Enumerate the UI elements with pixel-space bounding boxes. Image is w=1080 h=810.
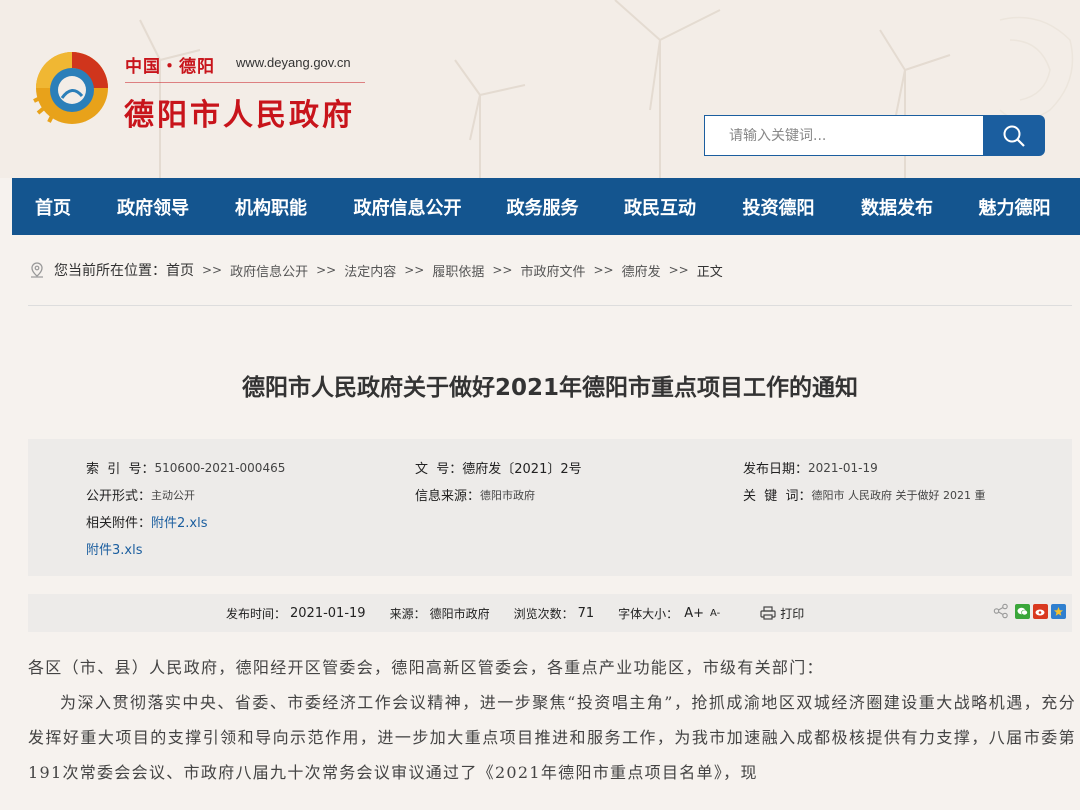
- nav-item-data[interactable]: 数据发布: [837, 194, 957, 220]
- nav-item-interaction[interactable]: 政民互动: [600, 194, 720, 220]
- meta-keywords-value: 德阳市 人民政府 关于做好 2021 重: [811, 488, 986, 502]
- meta-pubdate: 发布日期： 2021-01-19: [743, 458, 878, 478]
- meta-attachments-2: 附件3.xls: [86, 539, 142, 558]
- breadcrumb-info-disclosure[interactable]: 政府信息公开: [230, 261, 308, 280]
- wechat-share-icon[interactable]: [1015, 603, 1030, 619]
- printer-icon: [760, 606, 776, 620]
- share-icon[interactable]: [993, 603, 1009, 619]
- meta-pubdate-value: 2021-01-19: [808, 460, 878, 475]
- meta-docno-value: 德府发〔2021〕2号: [462, 462, 582, 477]
- views-value: 71: [577, 605, 595, 621]
- meta-source-label: 信息来源：: [415, 489, 481, 504]
- breadcrumb-legal-content[interactable]: 法定内容: [344, 261, 396, 280]
- publish-time-label: 发布时间：: [226, 606, 287, 621]
- meta-form-value: 主动公开: [151, 488, 196, 502]
- location-pin-icon: [31, 262, 43, 278]
- meta-index-label: 索 引 号：: [86, 462, 155, 477]
- deyang-emblem-logo: [33, 52, 108, 124]
- meta-keywords: 关 键 词： 德阳市 人民政府 关于做好 2021 重: [743, 485, 986, 505]
- breadcrumb-separator: >>: [316, 263, 337, 277]
- site-name: 德阳市人民政府: [124, 98, 355, 133]
- meta-form: 公开形式： 主动公开: [86, 485, 196, 505]
- views-label: 浏览次数：: [513, 606, 574, 621]
- nav-item-institutions[interactable]: 机构职能: [212, 194, 330, 220]
- breadcrumb-current: 正文: [696, 264, 723, 280]
- font-decrease-button[interactable]: A-: [710, 608, 720, 619]
- site-small-title: 中国・德阳: [125, 57, 215, 77]
- breadcrumb: 您当前所在位置： 首页 >> 政府信息公开 >> 法定内容 >> 履职依据 >>…: [28, 258, 723, 282]
- font-increase-button[interactable]: A+: [684, 606, 704, 621]
- meta-attachments: 相关附件： 附件2.xls: [86, 512, 208, 531]
- document-body: 各区（市、县）人民政府，德阳经开区管委会，德阳高新区管委会，各重点产业功能区，市…: [28, 650, 1076, 790]
- body-greeting: 各区（市、县）人民政府，德阳经开区管委会，德阳高新区管委会，各重点产业功能区，市…: [28, 658, 824, 677]
- site-url: www.deyang.gov.cn: [236, 55, 351, 70]
- logo-divider: [125, 82, 365, 83]
- breadcrumb-separator: >>: [593, 263, 614, 277]
- breadcrumb-home[interactable]: 首页: [166, 260, 194, 280]
- nav-item-info-disclosure[interactable]: 政府信息公开: [330, 194, 485, 220]
- meta-docno-label: 文 号：: [415, 462, 463, 477]
- breadcrumb-duty-basis[interactable]: 履职依据: [432, 261, 484, 280]
- weibo-share-icon[interactable]: [1033, 603, 1048, 619]
- qzone-share-icon[interactable]: [1051, 603, 1066, 619]
- nav-item-investment[interactable]: 投资德阳: [720, 194, 837, 220]
- search-icon: [1003, 125, 1025, 147]
- breadcrumb-gov-documents[interactable]: 市政府文件: [520, 261, 585, 280]
- meta-docno: 文 号： 德府发〔2021〕2号: [415, 458, 582, 477]
- breadcrumb-separator: >>: [404, 263, 425, 277]
- nav-item-services[interactable]: 政务服务: [485, 194, 600, 220]
- breadcrumb-prefix: 您当前所在位置：: [54, 263, 166, 279]
- print-button[interactable]: 打印: [760, 605, 808, 622]
- search-button[interactable]: [983, 115, 1045, 156]
- nav-item-charm[interactable]: 魅力德阳: [957, 194, 1072, 220]
- breadcrumb-defufa[interactable]: 德府发: [622, 261, 661, 280]
- meta-form-label: 公开形式：: [86, 489, 152, 504]
- body-paragraph: 为深入贯彻落实中央、省委、市委经济工作会议精神，进一步聚焦“投资唱主角”，抢抓成…: [28, 693, 1076, 782]
- article-info-items: 发布时间： 2021-01-19 来源： 德阳市政府 浏览次数： 71 字体大小…: [226, 594, 812, 632]
- meta-source-value: 德阳市政府: [480, 488, 536, 502]
- site-header: 中国・德阳 www.deyang.gov.cn 德阳市人民政府: [0, 0, 1080, 178]
- source-value: 德阳市政府: [429, 606, 490, 621]
- meta-attach-label: 相关附件：: [86, 516, 152, 531]
- publish-time-value: 2021-01-19: [290, 605, 366, 621]
- main-nav: 首页 政府领导 机构职能 政府信息公开 政务服务 政民互动 投资德阳 数据发布 …: [12, 178, 1080, 235]
- meta-pubdate-label: 发布日期：: [743, 462, 809, 477]
- print-label: 打印: [780, 606, 805, 621]
- attachment-link-2[interactable]: 附件3.xls: [86, 539, 142, 558]
- article-info-bar: 发布时间： 2021-01-19 来源： 德阳市政府 浏览次数： 71 字体大小…: [28, 594, 1072, 632]
- meta-index-value: 510600-2021-000465: [154, 460, 286, 475]
- search-input[interactable]: [729, 127, 969, 144]
- share-icons: [993, 603, 1066, 619]
- meta-keywords-label: 关 键 词：: [743, 489, 812, 504]
- nav-item-home[interactable]: 首页: [12, 194, 94, 220]
- breadcrumb-separator: >>: [492, 263, 513, 277]
- document-meta-box: 索 引 号： 510600-2021-000465 文 号： 德府发〔2021〕…: [28, 439, 1072, 576]
- meta-index: 索 引 号： 510600-2021-000465: [86, 458, 286, 478]
- nav-item-leaders[interactable]: 政府领导: [94, 194, 212, 220]
- source-label: 来源：: [389, 606, 426, 621]
- breadcrumb-separator: >>: [668, 263, 689, 277]
- breadcrumb-divider: [28, 305, 1072, 306]
- breadcrumb-separator: >>: [202, 263, 223, 277]
- document-title: 德阳市人民政府关于做好2021年德阳市重点项目工作的通知: [241, 375, 858, 401]
- meta-source: 信息来源： 德阳市政府: [415, 485, 536, 505]
- attachment-link-1[interactable]: 附件2.xls: [151, 512, 207, 531]
- font-size-label: 字体大小：: [618, 606, 679, 621]
- search-box: [704, 115, 984, 156]
